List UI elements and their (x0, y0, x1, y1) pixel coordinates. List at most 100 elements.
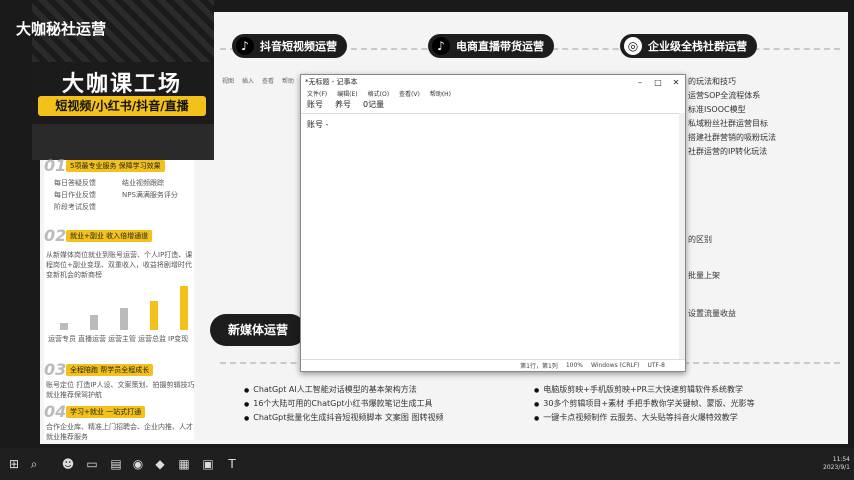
income-bar-chart (50, 284, 190, 330)
menu-help[interactable]: 帮助(H) (430, 89, 451, 99)
background-menu-item: 帮助 (282, 78, 295, 85)
taskbar: ⊞ ⌕ ☻ ▭ ▤ ◉ ◆ ▦ ▣ T 11:54 2023/9/1 (0, 448, 854, 480)
section-number: 03 (44, 360, 67, 379)
section-tag: 学习+就业 一站式打通 (66, 406, 146, 418)
left-info-panel: 01 5项最专业服务 保障学习效果 每日答疑反馈 每日作业反馈 阶段考试反馈 结… (44, 156, 195, 441)
income-bar (150, 301, 158, 330)
notepad-tabs: 账号 养号 0记量 (301, 99, 685, 114)
service-item: 阶段考试反馈 (54, 203, 96, 211)
close-icon[interactable]: ✕ (667, 78, 685, 87)
right-item: 私域粉丝社群运营目标 (688, 119, 768, 128)
bar-label: 直播运营 (78, 335, 106, 343)
promo-tags: 短视频/小红书/抖音/直播 (38, 96, 206, 116)
vertical-scrollbar[interactable] (679, 113, 685, 359)
menu-format[interactable]: 格式(O) (368, 89, 389, 99)
right-item: 的玩法和技巧 (688, 77, 736, 86)
desktop-screen: ♪ 抖音短视频运营 ♪ 电商直播带货运营 ◎ 企业级全栈社群运营 的玩法和技巧 … (0, 0, 854, 448)
wechat-icon: ◎ (624, 37, 642, 55)
income-bar (180, 286, 188, 330)
service-item: 结业视频跟踪 (122, 179, 164, 187)
section-number: 04 (44, 402, 67, 421)
app-icon[interactable]: T (224, 456, 240, 472)
right-item: 运营SOP全流程体系 (688, 91, 761, 100)
status-lineending: Windows (CRLF) (590, 362, 640, 369)
cat-app-icon[interactable]: ☻ (60, 456, 76, 472)
bottom-bullet: 一键卡点视频制作 云服务、大头贴等抖音火爆特效教学 (534, 412, 738, 423)
minimize-icon[interactable]: – (631, 78, 649, 87)
income-bar (60, 323, 68, 330)
section-text: 就业推荐保驾护航 (46, 391, 102, 399)
column-header-douyin: ♪ 抖音短视频运营 (232, 34, 347, 58)
bottom-bullet: 16个大陆可用的ChatGpt小红书爆款笔记生成工具 (244, 398, 432, 409)
column-label: 企业级全栈社群运营 (648, 40, 747, 53)
search-icon[interactable]: ⌕ (26, 456, 42, 472)
menu-view[interactable]: 查看(V) (399, 89, 420, 99)
section-tag: 全程陪跑 帮学员全程成长 (66, 364, 154, 376)
new-media-pill: 新媒体运营 (210, 314, 306, 346)
app-icon[interactable]: ◆ (152, 456, 168, 472)
tab-record[interactable]: 0记量 (363, 99, 384, 113)
section-text: 合作企业库、精准上门招聘会、企业内推、人才 (46, 423, 193, 431)
income-bar (90, 315, 98, 330)
watermark-text: 大咖秘社运营 (16, 20, 107, 38)
background-menu-item: 插入 (242, 78, 255, 85)
bottom-bullet: 电脑版剪映+手机版剪映+PR三大快速剪辑软件系统教学 (534, 384, 743, 395)
section-tag: 5项最专业服务 保障学习效果 (66, 160, 165, 172)
service-item: NPS满满服务评分 (122, 191, 178, 199)
right-item: 搭建社群营销的吸粉玩法 (688, 133, 776, 142)
bottom-bullet: ChatGpt AI人工智能对话模型的基本架构方法 (244, 384, 416, 395)
menu-file[interactable]: 文件(F) (307, 89, 327, 99)
section-text: 从新媒体岗位就业到账号运营、个人IP打造、课 (46, 251, 193, 259)
browser-icon[interactable]: ◉ (130, 456, 146, 472)
clock-time: 11:54 (832, 456, 850, 463)
clock-date: 2023/9/1 (823, 464, 850, 471)
status-zoom: 100% (565, 362, 583, 369)
right-item: 社群运营的IP转化玩法 (688, 147, 768, 156)
promo-strip (32, 124, 214, 160)
system-clock[interactable]: 11:54 2023/9/1 (823, 456, 850, 472)
bar-label: 运营主管 (108, 335, 136, 343)
section-number: 02 (44, 226, 67, 245)
section-text: 程岗位+副业变现、双重收入，收益将剧增时代 (46, 261, 192, 269)
background-menu-item: 查看 (262, 78, 275, 85)
column-label: 电商直播带货运营 (456, 40, 544, 53)
section-text: 变新机会的新商榜 (46, 271, 102, 279)
income-bar (120, 308, 128, 330)
tab-nurture[interactable]: 养号 (335, 99, 351, 113)
task-view-icon[interactable]: ▭ (84, 456, 100, 472)
right-item: 标准ISOOC模型 (688, 105, 746, 114)
notepad-menubar: 文件(F) 编辑(E) 格式(O) 查看(V) 帮助(H) (301, 89, 685, 99)
bottom-bullet: 30多个剪辑项目+素材 手把手教你学关键帧、蒙版、光影等 (534, 398, 754, 409)
right-item: 的区别 (688, 235, 712, 244)
tab-account[interactable]: 账号 (307, 99, 323, 113)
windows-start-icon[interactable]: ⊞ (6, 456, 22, 472)
bar-label: IP变现 (168, 335, 189, 343)
status-position: 第1行，第1列 (520, 363, 558, 370)
tiktok-icon: ♪ (432, 37, 450, 55)
section-text: 就业推荐服务 (46, 433, 88, 441)
maximize-icon[interactable]: □ (649, 78, 667, 87)
notepad-statusbar: 第1行，第1列 100% Windows (CRLF) UTF-8 (301, 359, 685, 371)
app-icon[interactable]: ▣ (200, 456, 216, 472)
tiktok-icon: ♪ (236, 37, 254, 55)
notepad-window[interactable]: *无标题 - 记事本 – □ ✕ 文件(F) 编辑(E) 格式(O) 查看(V)… (300, 74, 686, 372)
background-menu-item: 视图 (222, 78, 235, 85)
bar-label: 运营专员 (48, 335, 76, 343)
notepad-titlebar[interactable]: *无标题 - 记事本 – □ ✕ (301, 75, 685, 89)
menu-edit[interactable]: 编辑(E) (337, 89, 357, 99)
section-tag: 就业+副业 收入倍增通道 (66, 230, 153, 242)
column-header-ecommerce: ♪ 电商直播带货运营 (428, 34, 554, 58)
notepad-text-area[interactable]: 账号 - (307, 119, 328, 130)
status-encoding: UTF-8 (647, 362, 666, 369)
bar-label: 运营总监 (138, 335, 166, 343)
service-item: 每日答疑反馈 (54, 179, 96, 187)
file-explorer-icon[interactable]: ▤ (108, 456, 124, 472)
right-item: 设置流量收益 (688, 309, 736, 318)
promo-title: 大咖课工场 (62, 72, 183, 97)
right-item: 批量上架 (688, 271, 720, 280)
notepad-title: *无标题 - 记事本 (305, 78, 358, 86)
column-label: 抖音短视频运营 (260, 40, 337, 53)
section-text: 账号定位 打造IP人设、文案策划、拍摄剪辑技巧 (46, 381, 195, 389)
column-header-community: ◎ 企业级全栈社群运营 (620, 34, 757, 58)
notepad-taskbar-icon[interactable]: ▦ (176, 456, 192, 472)
